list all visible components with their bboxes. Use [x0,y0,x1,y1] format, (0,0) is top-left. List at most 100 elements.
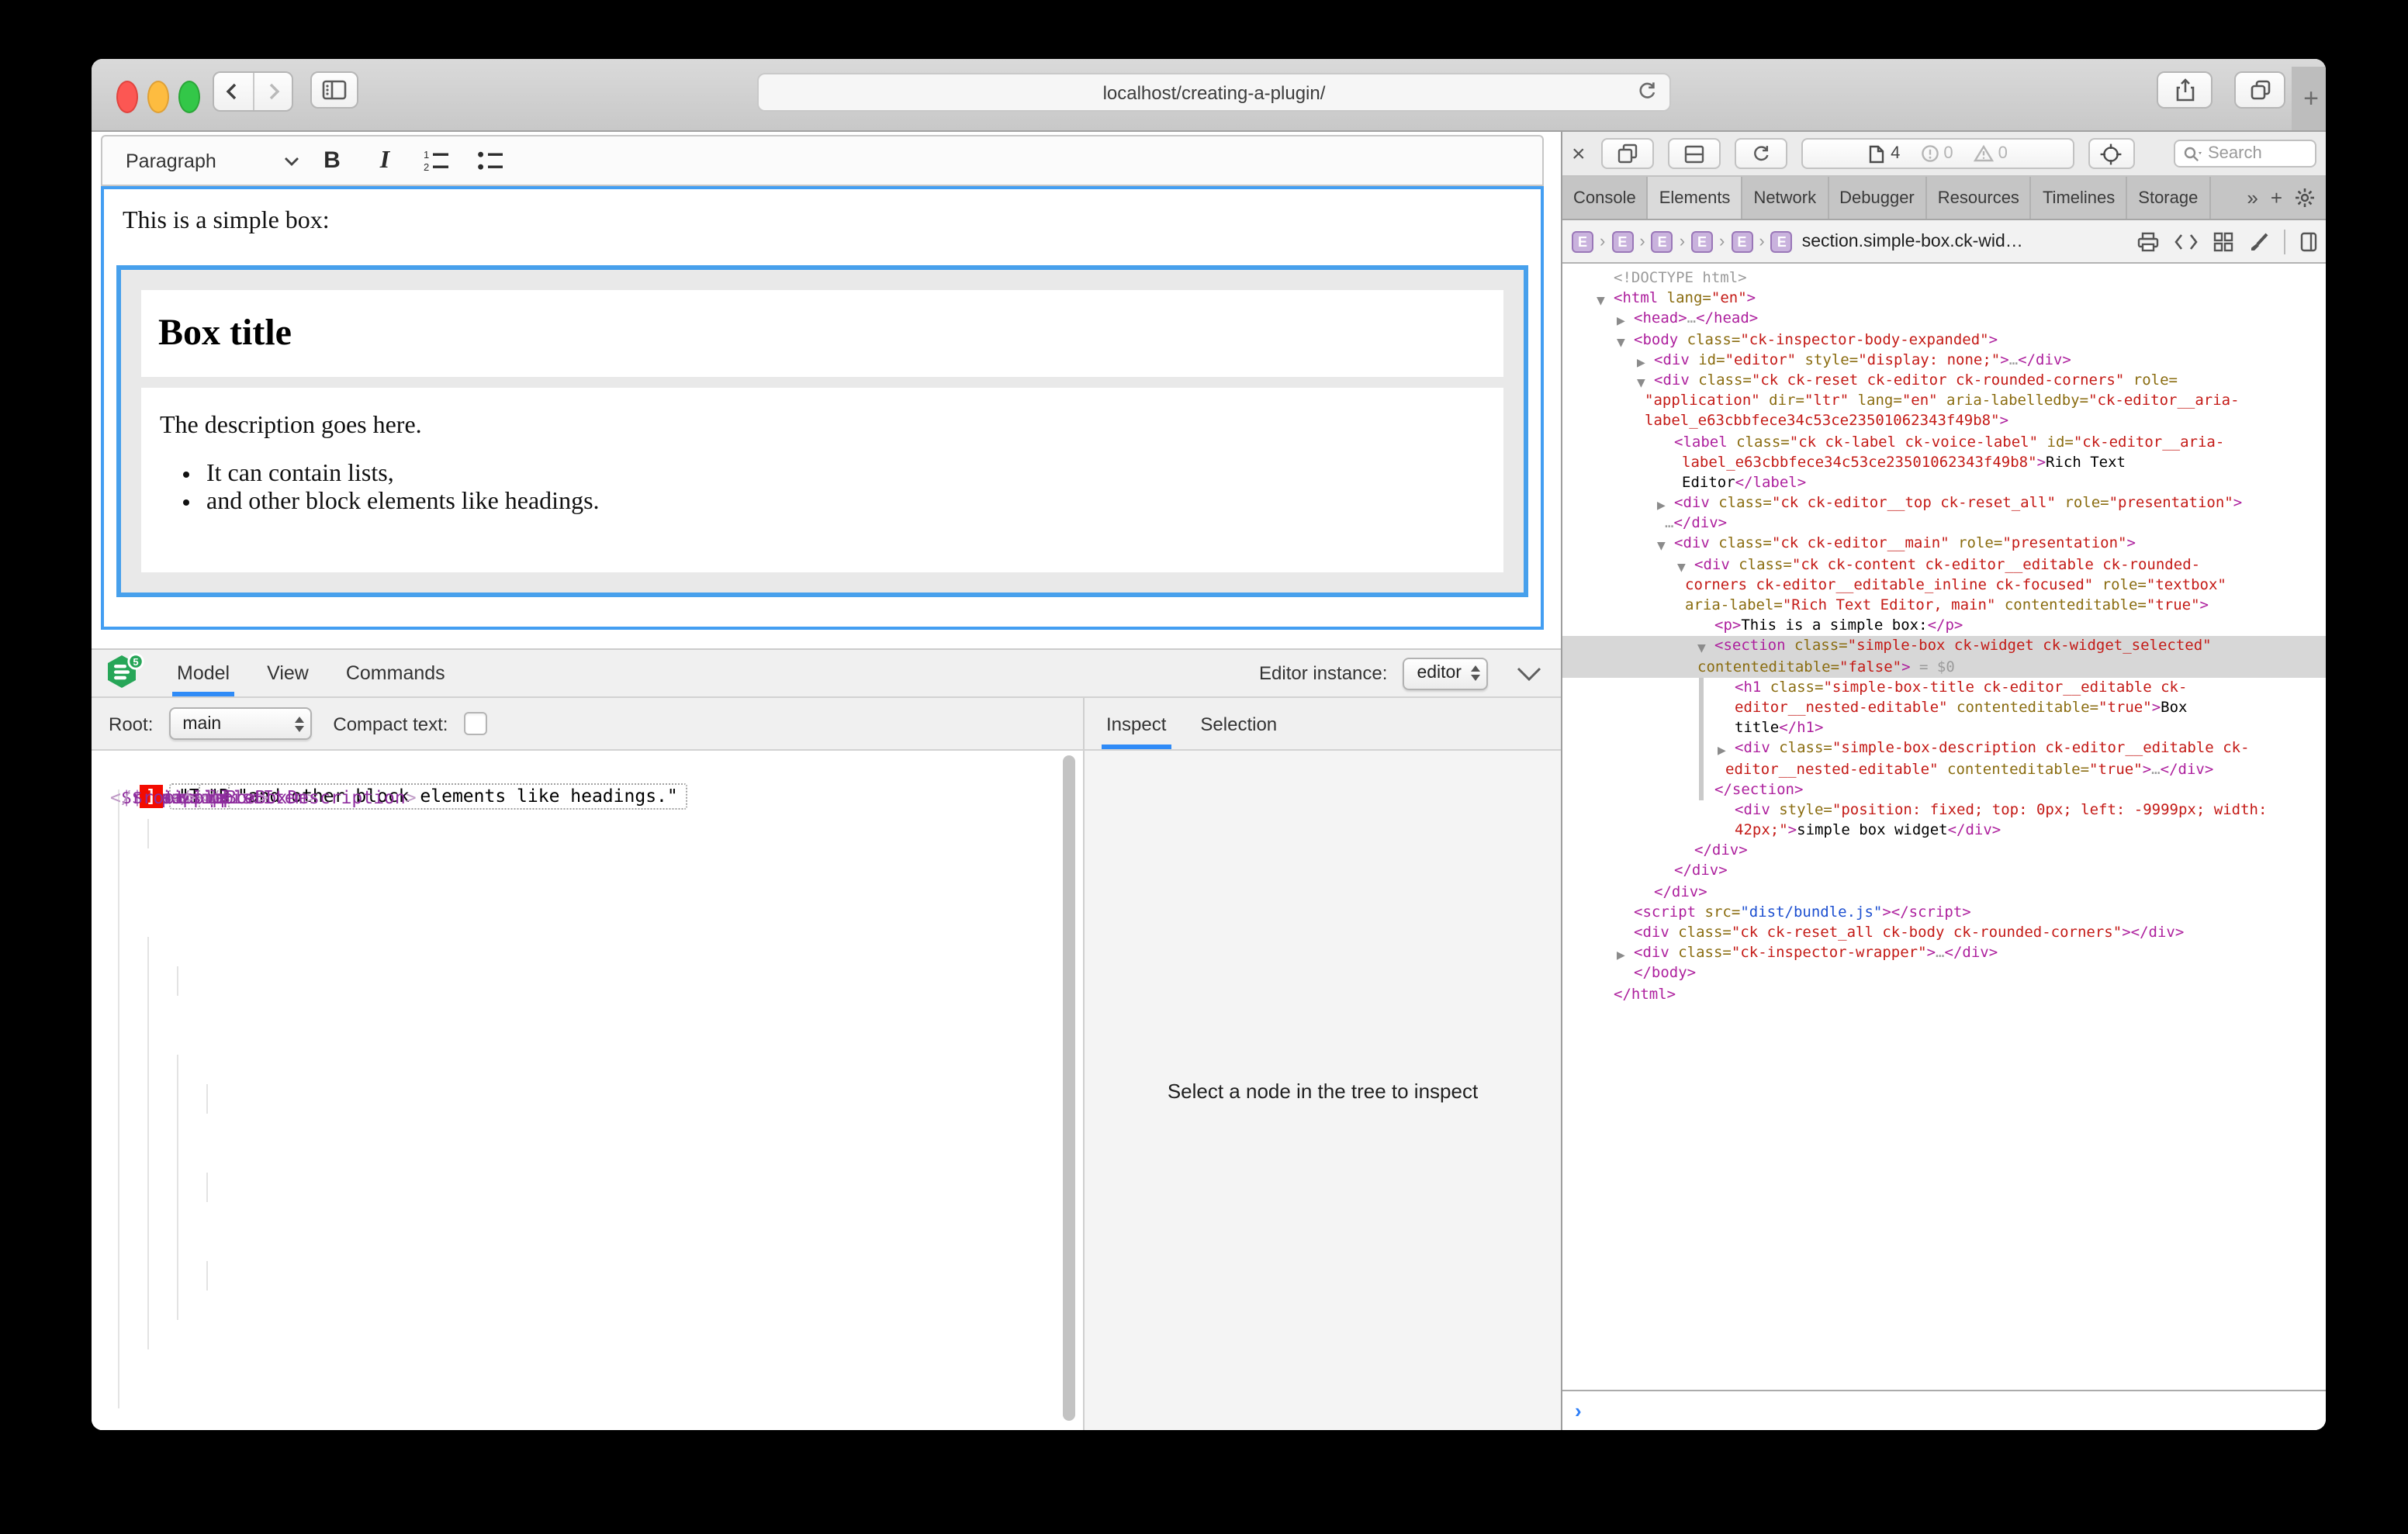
back-button[interactable] [214,73,254,110]
numbered-list-button[interactable]: 1 2 [417,142,458,179]
tab-inspect[interactable]: Inspect [1106,698,1166,749]
dom-tree-line[interactable]: </body> [1562,964,2326,984]
tab-storage[interactable]: Storage [2127,177,2210,219]
tab-console[interactable]: Console [1562,177,1649,219]
dom-tree-line[interactable]: Editor</label> [1562,473,2326,493]
tab-model[interactable]: Model [177,650,230,696]
gear-icon[interactable] [2295,188,2315,208]
list-item[interactable]: and other block elements like headings. [206,489,1485,517]
dom-tree-line[interactable]: ▼<section class="simple-box ck-widget ck… [1562,637,2326,657]
dom-tree-line[interactable]: editor__nested-editable" contenteditable… [1562,698,2326,718]
details-sidebar-icon[interactable] [2299,230,2318,252]
dom-tree-line[interactable]: "application" dir="ltr" lang="en" aria-l… [1562,391,2326,411]
dom-tree-line[interactable]: ▶<div class="simple-box-description ck-e… [1562,739,2326,759]
share-button[interactable] [2157,71,2213,109]
dom-tree-line[interactable]: contenteditable="false"> = $0 [1562,657,2326,677]
italic-button[interactable]: I [365,142,405,179]
sidebar-toggle-button[interactable] [310,71,358,109]
tree-scrollbar[interactable] [1063,755,1075,1421]
model-tree-line[interactable]: </$root> [92,782,129,811]
dom-tree-line[interactable]: ▼<body class="ck-inspector-body-expanded… [1562,330,2326,350]
element-crumb-icon[interactable]: E [1731,230,1752,252]
dom-tree-line[interactable]: <div style="position: fixed; top: 0px; l… [1562,800,2326,821]
add-tab-icon[interactable]: + [2271,186,2282,209]
dom-tree-line[interactable]: <h1 class="simple-box-title ck-editor__e… [1562,678,2326,698]
tab-view[interactable]: View [267,650,309,696]
editor-paragraph[interactable]: This is a simple box: [123,208,1541,236]
dom-tree-line[interactable]: corners ck-editor__editable_inline ck-fo… [1562,575,2326,596]
simple-box-widget[interactable]: Box title The description goes here. It … [116,265,1528,597]
address-bar[interactable]: localhost/creating-a-plugin/ [757,73,1671,112]
close-window-button[interactable] [116,81,138,113]
tab-resources[interactable]: Resources [1927,177,2032,219]
dom-tree-line[interactable]: </html> [1562,984,2326,1004]
dom-tree-line[interactable]: <div class="ck ck-reset_all ck-body ck-r… [1562,923,2326,943]
grid-overlay-icon[interactable] [2213,230,2234,252]
dom-tree-line[interactable]: <script src="dist/bundle.js"></script> [1562,903,2326,923]
dom-tree-line[interactable]: ▶<div id="editor" style="display: none;"… [1562,351,2326,371]
dom-tree-line[interactable]: title</h1> [1562,718,2326,738]
element-crumb-icon[interactable]: E [1611,230,1633,252]
minimize-window-button[interactable] [147,81,169,113]
close-devtools-button[interactable]: × [1572,142,1586,165]
dom-tree-line[interactable]: <p>This is a simple box:</p> [1562,616,2326,636]
compact-text-checkbox[interactable] [463,712,486,735]
tab-timelines[interactable]: Timelines [2032,177,2127,219]
dom-tree-line[interactable]: </div> [1562,862,2326,882]
dom-tree-line[interactable]: <!DOCTYPE html> [1562,268,2326,288]
resource-status-button[interactable]: 4 0 [1801,138,2074,169]
dom-tree-line[interactable]: ▶<div class="ck ck-editor__top ck-reset_… [1562,493,2326,513]
dom-tree-line[interactable]: ▶<div class="ck-inspector-wrapper">…</di… [1562,943,2326,963]
element-crumb-icon[interactable]: E [1652,230,1673,252]
dom-tree-line[interactable]: aria-label="Rich Text Editor, main" cont… [1562,596,2326,616]
dom-tree-line[interactable]: editor__nested-editable" contenteditable… [1562,759,2326,779]
dom-tree-line[interactable]: ▶<head>…</head> [1562,309,2326,330]
bold-button[interactable]: B [312,142,352,179]
heading-dropdown[interactable]: Paragraph [126,150,299,171]
dom-tree-line[interactable]: ▼<div class="ck ck-reset ck-editor ck-ro… [1562,371,2326,391]
tab-selection[interactable]: Selection [1200,698,1277,749]
zoom-window-button[interactable] [178,81,200,113]
dom-tree-line[interactable]: label_e63cbbfece34c53ce23501062343f49b8"… [1562,412,2326,432]
element-picker-button[interactable] [2088,138,2135,169]
tab-network[interactable]: Network [1742,177,1828,219]
quick-console[interactable]: › [1562,1390,2326,1430]
reload-button[interactable] [1635,79,1659,102]
editor-editable-area[interactable]: This is a simple box: Box title The desc… [101,186,1544,630]
styles-brush-icon[interactable] [2248,230,2270,252]
selected-element-crumb[interactable]: section.simple-box.ck-wid… [1802,232,2023,250]
tab-elements[interactable]: Elements [1649,177,1743,219]
show-source-icon[interactable] [2174,232,2199,250]
more-tabs-icon[interactable]: » [2247,186,2258,209]
new-tab-button[interactable]: + [2292,67,2326,130]
forward-button[interactable] [254,73,292,110]
tab-debugger[interactable]: Debugger [1828,177,1927,219]
dom-tree-line[interactable]: ▼<div class="ck ck-editor__main" role="p… [1562,534,2326,555]
dom-tree-line[interactable]: ▼<div class="ck ck-content ck-editor__ed… [1562,555,2326,575]
dom-tree-line[interactable]: </section> [1562,779,2326,800]
print-icon[interactable] [2136,230,2160,252]
dom-tree-line[interactable]: </div> [1562,841,2326,862]
dom-tree-line[interactable]: </div> [1562,882,2326,902]
tab-overview-button[interactable] [2234,71,2285,109]
element-crumb-icon[interactable]: E [1691,230,1713,252]
simple-box-description[interactable]: The description goes here. It can contai… [141,388,1503,572]
tab-commands[interactable]: Commands [346,650,445,696]
element-crumb-icon[interactable]: E [1572,230,1593,252]
root-select[interactable]: main [168,707,311,740]
editor-instance-select[interactable]: editor [1403,657,1488,689]
description-paragraph[interactable]: The description goes here. [160,413,1485,441]
dock-side-button[interactable] [1668,138,1721,169]
dom-tree-line[interactable]: <label class="ck ck-label ck-voice-label… [1562,432,2326,452]
collapse-inspector-icon[interactable] [1516,666,1542,680]
dom-tree-line[interactable]: …</div> [1562,514,2326,534]
dom-tree-line[interactable]: label_e63cbbfece34c53ce23501062343f49b8"… [1562,452,2326,472]
detach-devtools-button[interactable] [1601,138,1654,169]
reload-page-button[interactable] [1735,138,1787,169]
devtools-search-field[interactable]: Search [2174,140,2316,168]
element-crumb-icon[interactable]: E [1771,230,1793,252]
simple-box-title[interactable]: Box title [141,290,1503,377]
bulleted-list-button[interactable] [470,142,510,179]
list-item[interactable]: It can contain lists, [206,461,1485,489]
dom-tree-line[interactable]: ▼<html lang="en"> [1562,288,2326,309]
